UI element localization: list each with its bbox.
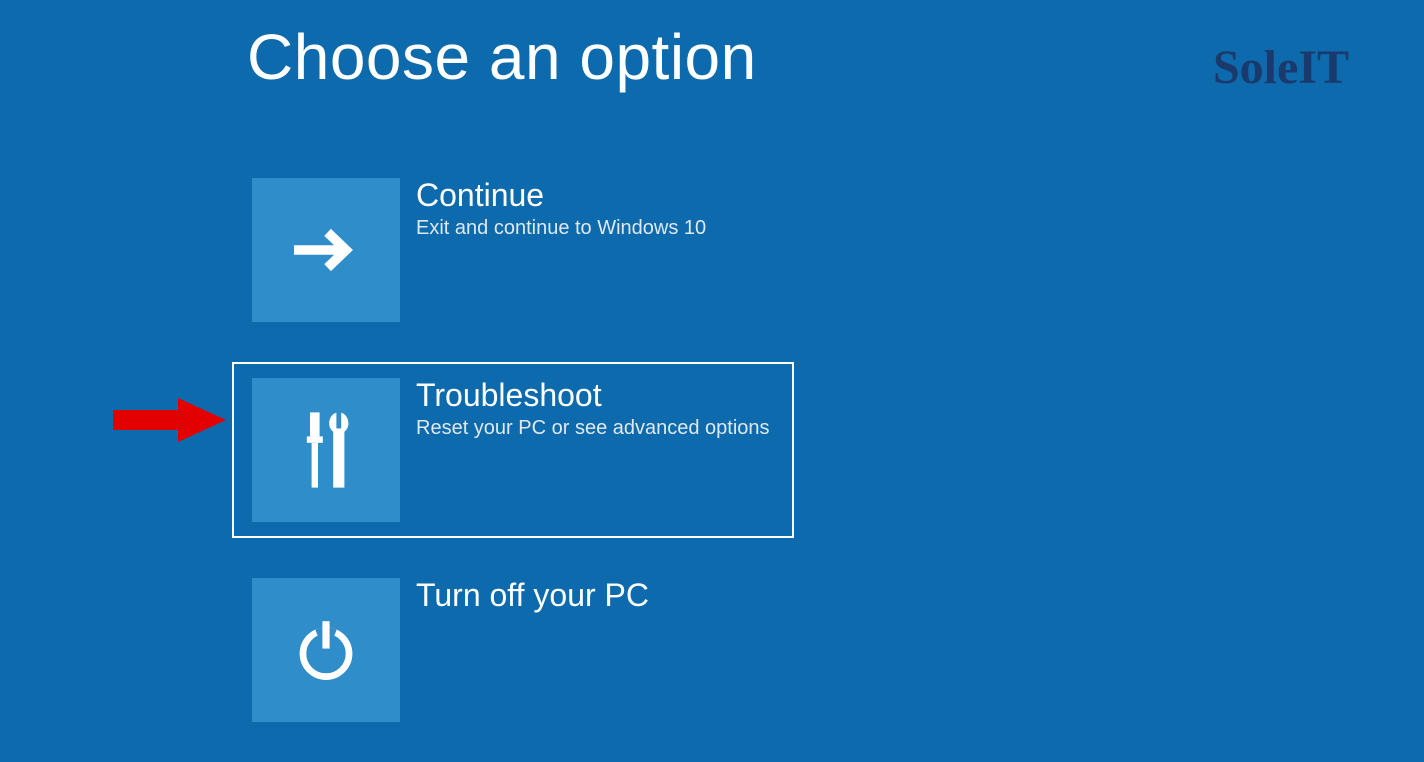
- troubleshoot-description: Reset your PC or see advanced options: [416, 417, 770, 440]
- arrow-right-icon: [252, 178, 400, 322]
- turnoff-option[interactable]: Turn off your PC: [232, 562, 794, 738]
- continue-description: Exit and continue to Windows 10: [416, 217, 706, 240]
- options-list: Continue Exit and continue to Windows 10…: [232, 162, 794, 762]
- watermark-text: SoleIT: [1213, 40, 1349, 95]
- page-title: Choose an option: [247, 20, 757, 94]
- troubleshoot-option[interactable]: Troubleshoot Reset your PC or see advanc…: [232, 362, 794, 538]
- annotation-arrow-icon: [108, 395, 228, 450]
- tools-icon: [252, 378, 400, 522]
- troubleshoot-title: Troubleshoot: [416, 378, 770, 413]
- continue-option[interactable]: Continue Exit and continue to Windows 10: [232, 162, 794, 338]
- continue-title: Continue: [416, 178, 706, 213]
- turnoff-title: Turn off your PC: [416, 578, 649, 613]
- power-icon: [252, 578, 400, 722]
